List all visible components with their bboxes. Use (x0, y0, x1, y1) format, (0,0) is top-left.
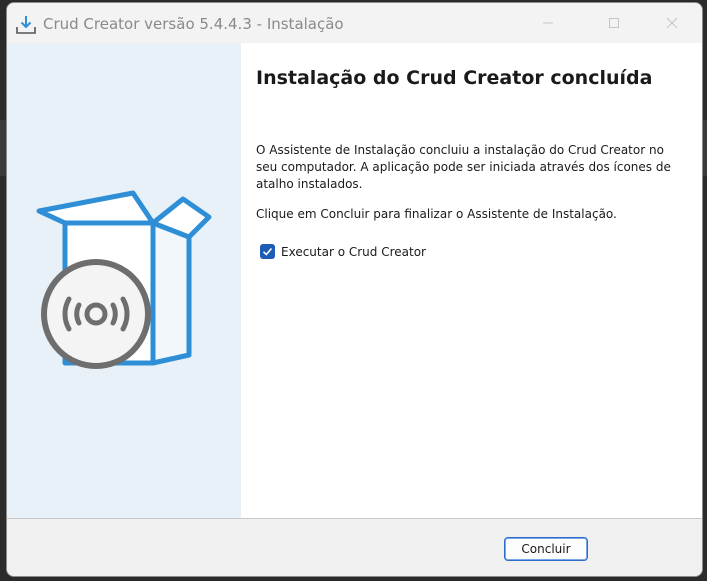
wizard-footer: Concluir (7, 518, 702, 576)
close-button[interactable] (649, 3, 695, 43)
wizard-side-banner (7, 43, 241, 518)
run-app-checkbox-label[interactable]: Executar o Crud Creator (281, 245, 426, 259)
installer-window: Crud Creator versão 5.4.4.3 - Instalação (6, 2, 703, 577)
window-title: Crud Creator versão 5.4.4.3 - Instalação (43, 15, 344, 33)
install-download-icon (15, 15, 37, 35)
minimize-icon (542, 14, 554, 33)
wizard-main-panel: Instalação do Crud Creator concluída O A… (241, 43, 702, 518)
run-app-checkbox[interactable] (260, 244, 275, 259)
software-box-with-disc-icon (33, 187, 213, 381)
close-icon (666, 14, 678, 33)
installer-content: Instalação do Crud Creator concluída O A… (7, 43, 702, 518)
finish-button[interactable]: Concluir (504, 537, 588, 561)
minimize-button[interactable] (525, 3, 571, 43)
title-bar[interactable]: Crud Creator versão 5.4.4.3 - Instalação (7, 3, 702, 43)
run-app-checkbox-row[interactable]: Executar o Crud Creator (260, 244, 426, 259)
checkmark-icon (262, 242, 273, 261)
finish-instruction: Clique em Concluir para finalizar o Assi… (256, 207, 617, 221)
completion-message: O Assistente de Instalação concluiu a in… (256, 143, 671, 191)
maximize-icon (608, 14, 620, 33)
page-title: Instalação do Crud Creator concluída (256, 67, 653, 89)
maximize-button[interactable] (591, 3, 637, 43)
